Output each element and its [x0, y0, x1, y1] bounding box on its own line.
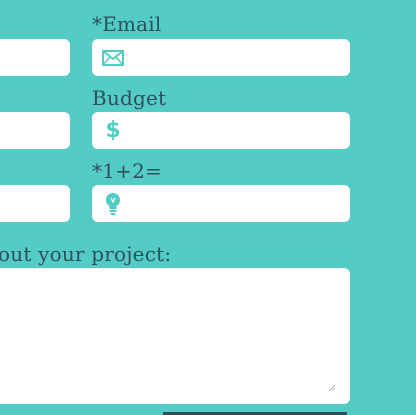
budget-label: Budget [92, 86, 167, 110]
budget-input[interactable] [130, 112, 342, 149]
envelope-icon [101, 46, 125, 70]
captcha-label: *1+2= [92, 159, 162, 183]
captcha-input[interactable] [130, 185, 342, 222]
dollar-icon: $ [101, 117, 125, 143]
left-input-3[interactable] [0, 185, 70, 222]
email-field[interactable] [92, 39, 350, 76]
lightbulb-icon [101, 192, 125, 216]
dollar-symbol: $ [105, 117, 121, 143]
email-input[interactable] [130, 39, 342, 76]
left-input-2-field[interactable] [4, 112, 62, 149]
left-input-1[interactable] [0, 39, 70, 76]
budget-field[interactable]: $ [92, 112, 350, 149]
captcha-field[interactable] [92, 185, 350, 222]
left-input-3-field[interactable] [4, 185, 62, 222]
project-textarea[interactable] [0, 268, 350, 404]
email-label: *Email [92, 12, 162, 36]
project-label: out your project: [0, 242, 172, 266]
left-input-1-field[interactable] [4, 39, 62, 76]
left-input-2[interactable] [0, 112, 70, 149]
resize-grip-icon[interactable] [326, 382, 336, 392]
